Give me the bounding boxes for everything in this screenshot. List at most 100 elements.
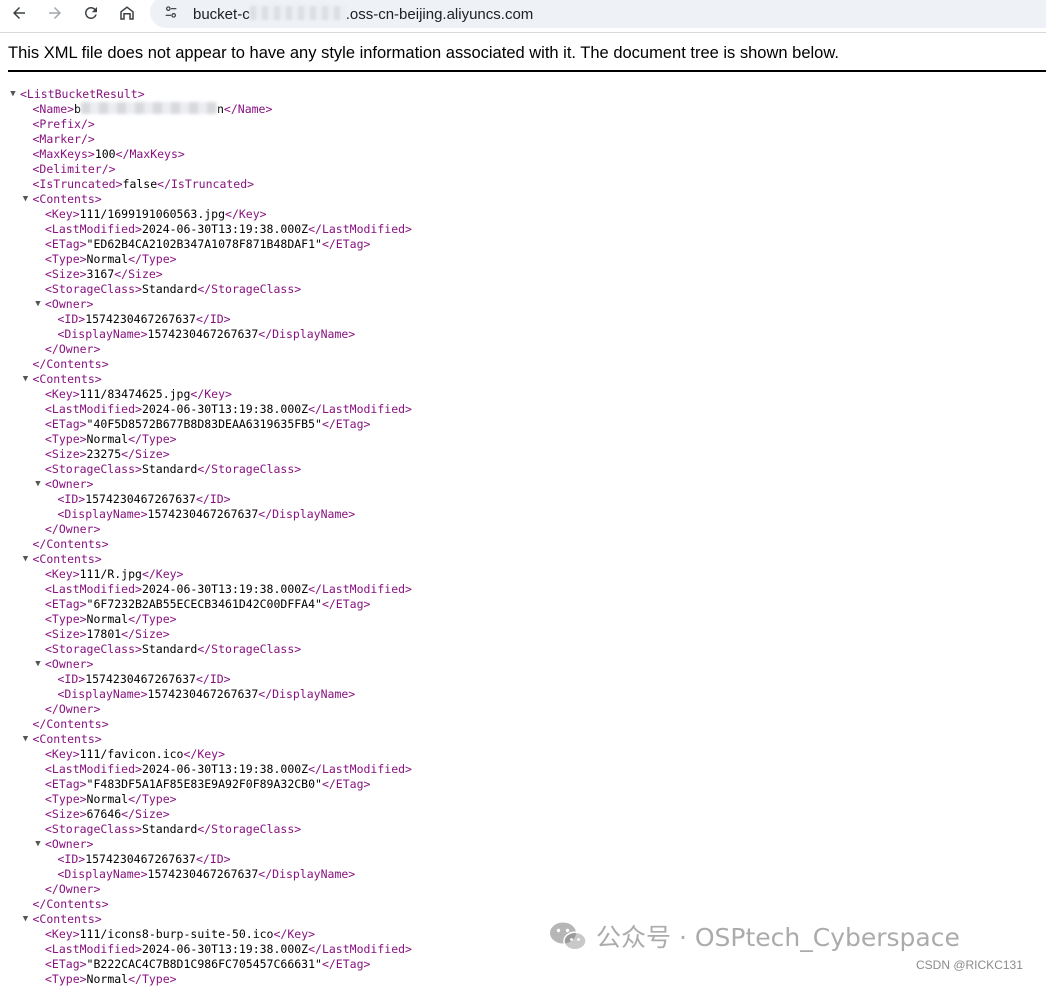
xml-open-contents[interactable]: ▼ <Contents> — [8, 552, 1038, 567]
xml-tag: <LastModified> — [45, 942, 142, 956]
xml-tag: <Type> — [45, 432, 87, 446]
xml-tag: <Type> — [45, 612, 87, 626]
xml-open-list-bucket-result[interactable]: ▼ <ListBucketResult> — [8, 87, 1038, 102]
watermark-text: 公众号 · OSPtech_Cyberspace — [596, 923, 960, 952]
back-button[interactable] — [4, 0, 34, 26]
xml-tag: </Size> — [121, 807, 170, 821]
xml-tag: <Delimiter/> — [32, 162, 116, 176]
xml-element-type: <Type>Normal</Type> — [8, 792, 1038, 807]
xml-tag: <IsTruncated> — [32, 177, 123, 191]
xml-element-key: <Key>111/R.jpg</Key> — [8, 567, 1038, 582]
xml-open-owner[interactable]: ▼ <Owner> — [8, 657, 1038, 672]
xml-value: n — [216, 102, 224, 116]
collapse-toggle[interactable]: ▼ — [33, 477, 43, 492]
collapse-toggle[interactable]: ▼ — [21, 192, 31, 207]
xml-tag: </Contents> — [32, 897, 109, 911]
xml-tag: <Size> — [45, 807, 87, 821]
xml-value: "40F5D8572B677B8D83DEAA6319635FB5" — [86, 417, 322, 431]
xml-open-owner[interactable]: ▼ <Owner> — [8, 297, 1038, 312]
xml-value: 17801 — [86, 627, 122, 641]
xml-element-delimiter: <Delimiter/> — [8, 162, 1038, 177]
xml-tag: </ID> — [195, 312, 231, 326]
xml-open-contents[interactable]: ▼ <Contents> — [8, 372, 1038, 387]
home-button[interactable] — [112, 0, 142, 26]
site-info-button[interactable] — [161, 2, 181, 22]
xml-element-display-name: <DisplayName>1574230467267637</DisplayNa… — [8, 687, 1038, 702]
xml-tag: <Size> — [45, 627, 87, 641]
xml-open-owner[interactable]: ▼ <Owner> — [8, 477, 1038, 492]
xml-element-etag: <ETag>"B222CAC4C7B8D1C986FC705457C66631"… — [8, 957, 1038, 972]
xml-tag: </Type> — [128, 972, 177, 986]
collapse-toggle[interactable]: ▼ — [21, 552, 31, 567]
xml-close-owner: </Owner> — [8, 522, 1038, 537]
xml-value: Normal — [86, 612, 129, 626]
xml-tag: </DisplayName> — [258, 507, 356, 521]
redacted-region — [249, 5, 346, 20]
xml-value: 1574230467267637 — [147, 687, 259, 701]
xml-tag: </LastModified> — [308, 582, 412, 596]
xml-tag: <Type> — [45, 972, 87, 986]
xml-element-etag: <ETag>"ED62B4CA2102B347A1078F871B48DAF1"… — [8, 237, 1038, 252]
xml-tag: </StorageClass> — [197, 822, 302, 836]
xml-tag: </MaxKeys> — [115, 147, 185, 161]
collapse-toggle[interactable]: ▼ — [21, 732, 31, 747]
xml-open-contents[interactable]: ▼ <Contents> — [8, 732, 1038, 747]
xml-tag: <LastModified> — [45, 222, 142, 236]
xml-tag: </LastModified> — [308, 402, 412, 416]
xml-value: 23275 — [86, 447, 122, 461]
xml-tag: <Contents> — [32, 192, 102, 206]
xml-element-id: <ID>1574230467267637</ID> — [8, 492, 1038, 507]
xml-element-key: <Key>111/83474625.jpg</Key> — [8, 387, 1038, 402]
xml-element-size: <Size>17801</Size> — [8, 627, 1038, 642]
xml-value: Standard — [141, 462, 198, 476]
xml-value: 111/favicon.ico — [79, 747, 184, 761]
xml-tag: </Key> — [183, 747, 226, 761]
home-icon — [120, 6, 134, 20]
xml-open-contents[interactable]: ▼ <Contents> — [8, 192, 1038, 207]
xml-tag: <ID> — [57, 492, 86, 506]
collapse-toggle[interactable]: ▼ — [21, 912, 31, 927]
xml-open-owner[interactable]: ▼ <Owner> — [8, 837, 1038, 852]
xml-element-type: <Type>Normal</Type> — [8, 432, 1038, 447]
xml-tag: </Size> — [114, 267, 163, 281]
reload-button[interactable] — [76, 0, 106, 26]
xml-value: b — [74, 102, 81, 116]
collapse-toggle[interactable]: ▼ — [33, 297, 43, 312]
xml-value: 2024-06-30T13:19:38.000Z — [141, 402, 309, 416]
collapse-toggle[interactable]: ▼ — [8, 87, 18, 102]
xml-tag: </LastModified> — [308, 222, 412, 236]
xml-tag: <DisplayName> — [57, 327, 148, 341]
address-text[interactable]: bucket-c .oss-cn-beijing.aliyuncs.com — [193, 5, 533, 23]
xml-close-contents: </Contents> — [8, 357, 1038, 372]
xml-tag: </ETag> — [321, 597, 371, 611]
xml-close-owner: </Owner> — [8, 882, 1038, 897]
xml-value: 1574230467267637 — [85, 312, 196, 326]
xml-value: 2024-06-30T13:19:38.000Z — [141, 222, 309, 236]
xml-value: 1574230467267637 — [85, 672, 196, 686]
xml-value: Normal — [86, 972, 129, 986]
xml-value: 1574230467267637 — [147, 327, 259, 341]
xml-value: 67646 — [86, 807, 122, 821]
xml-element-id: <ID>1574230467267637</ID> — [8, 852, 1038, 867]
xml-value: Normal — [86, 432, 129, 446]
xml-element-storage-class: <StorageClass>Standard</StorageClass> — [8, 822, 1038, 837]
collapse-toggle[interactable]: ▼ — [21, 372, 31, 387]
xml-tag: <Size> — [45, 267, 87, 281]
xml-value: 111/icons8-burp-suite-50.ico — [79, 927, 274, 941]
xml-value: Normal — [86, 792, 129, 806]
xml-value: 2024-06-30T13:19:38.000Z — [141, 942, 309, 956]
notice-rule — [8, 70, 1046, 72]
forward-button[interactable] — [40, 0, 70, 26]
wechat-icon — [548, 920, 588, 952]
xml-close-contents: </Contents> — [8, 897, 1038, 912]
xml-close-contents: </Contents> — [8, 537, 1038, 552]
xml-element-etag: <ETag>"40F5D8572B677B8D83DEAA6319635FB5"… — [8, 417, 1038, 432]
collapse-toggle[interactable]: ▼ — [33, 657, 43, 672]
xml-element-size: <Size>3167</Size> — [8, 267, 1038, 282]
xml-tag: <Contents> — [32, 372, 102, 386]
collapse-toggle[interactable]: ▼ — [33, 837, 43, 852]
xml-tag: <Type> — [45, 252, 87, 266]
address-bar[interactable]: bucket-c .oss-cn-beijing.aliyuncs.com — [150, 0, 1046, 28]
arrow-right-icon — [49, 7, 61, 19]
xml-tag: </Contents> — [32, 357, 109, 371]
